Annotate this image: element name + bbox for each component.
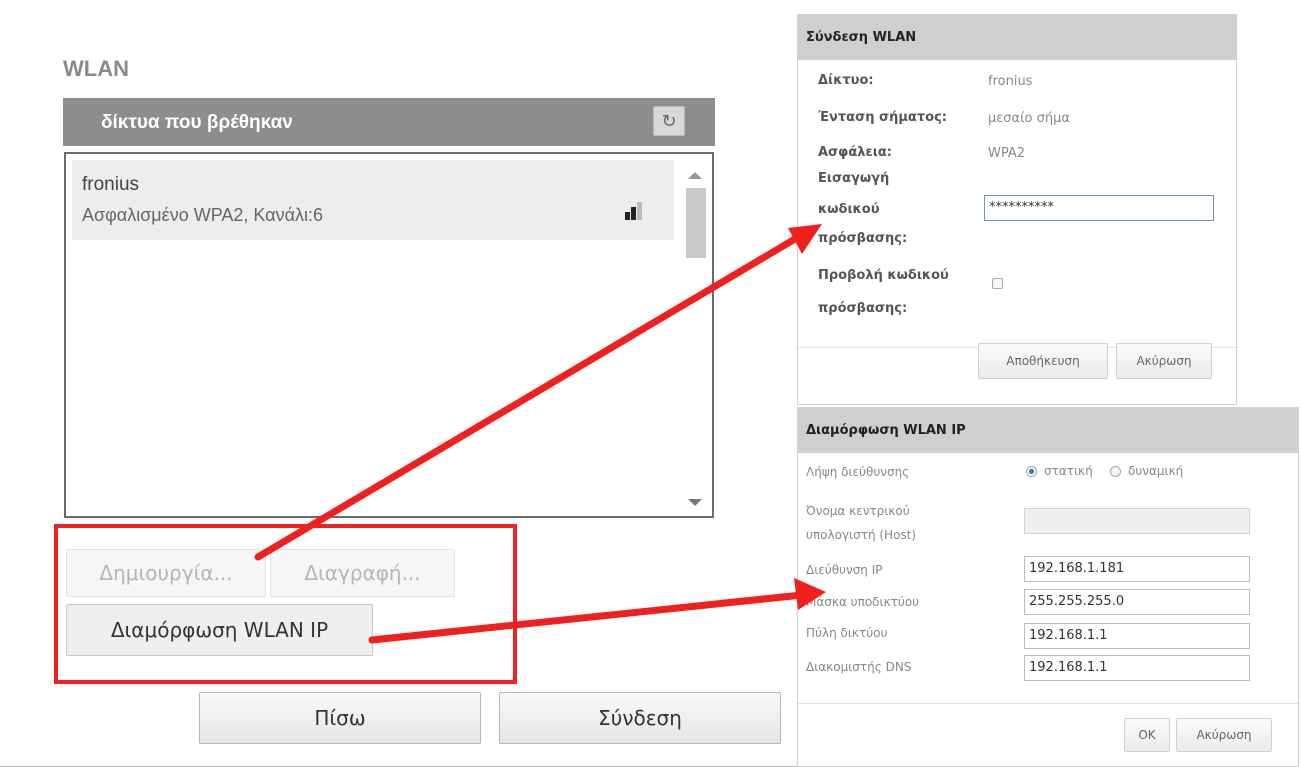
arrowhead-ip-dialog [794,578,826,610]
arrow-to-connect-dialog [254,232,804,561]
annotation-arrows [254,224,826,644]
arrow-to-ip-dialog [368,591,806,644]
